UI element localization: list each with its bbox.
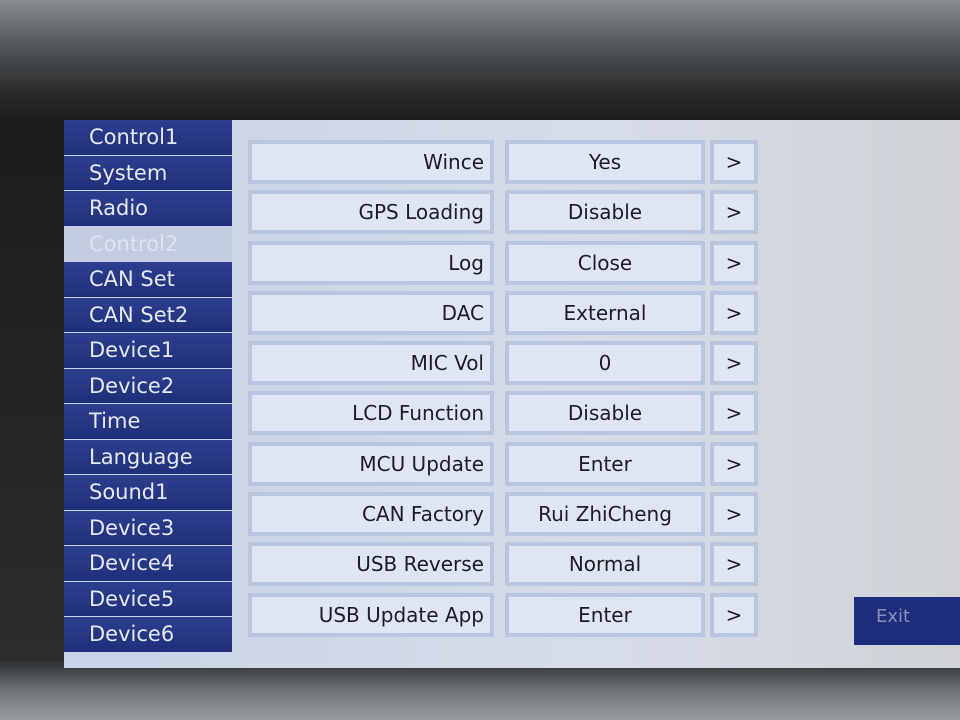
setting-value-button[interactable]: Disable — [505, 391, 705, 436]
setting-label: MIC Vol — [248, 341, 494, 386]
setting-label: CAN Factory — [248, 492, 494, 537]
chevron-right-icon[interactable]: > — [710, 441, 758, 486]
chevron-right-icon[interactable]: > — [710, 492, 758, 537]
setting-label: DAC — [248, 290, 494, 335]
setting-label: Wince — [248, 140, 494, 184]
exit-button[interactable]: Exit — [854, 597, 960, 645]
chevron-right-icon[interactable]: > — [710, 140, 758, 184]
chevron-right-icon[interactable]: > — [710, 290, 758, 335]
setting-value-button[interactable]: External — [505, 290, 705, 335]
chevron-right-icon[interactable]: > — [710, 592, 758, 637]
setting-value-button[interactable]: Disable — [505, 190, 705, 235]
chevron-right-icon[interactable]: > — [710, 341, 758, 386]
sidebar-item-can-set[interactable]: CAN Set — [64, 262, 232, 298]
sidebar-item-device1[interactable]: Device1 — [64, 333, 232, 369]
sidebar-item-device2[interactable]: Device2 — [64, 368, 232, 404]
sidebar-item-device4[interactable]: Device4 — [64, 546, 232, 582]
setting-value-button[interactable]: Rui ZhiCheng — [505, 492, 705, 537]
settings-screen: Control1 System Radio Control2 CAN Set CAN Se… — [64, 120, 960, 668]
setting-label: LCD Function — [248, 391, 494, 436]
chevron-right-icon[interactable]: > — [710, 391, 758, 436]
sidebar-item-can-set2[interactable]: CAN Set2 — [64, 297, 232, 333]
sidebar-item-device5[interactable]: Device5 — [64, 581, 232, 617]
chevron-right-icon[interactable]: > — [710, 542, 758, 587]
setting-value-button[interactable]: 0 — [505, 341, 705, 386]
setting-label: Log — [248, 240, 494, 285]
setting-label: GPS Loading — [248, 190, 494, 235]
setting-value-button[interactable]: Yes — [505, 140, 705, 184]
setting-label: MCU Update — [248, 441, 494, 486]
sidebar-item-control1[interactable]: Control1 — [64, 120, 232, 156]
setting-value-button[interactable]: Normal — [505, 542, 705, 587]
sidebar: Control1 System Radio Control2 CAN Set CAN Se… — [64, 120, 232, 668]
setting-value-button[interactable]: Enter — [505, 592, 705, 637]
sidebar-item-time[interactable]: Time — [64, 404, 232, 440]
sidebar-item-radio[interactable]: Radio — [64, 191, 232, 227]
chevron-right-icon[interactable]: > — [710, 190, 758, 235]
setting-value-button[interactable]: Close — [505, 240, 705, 285]
sidebar-item-control2[interactable]: Control2 — [64, 226, 232, 262]
setting-label: USB Update App — [248, 592, 494, 637]
sidebar-item-sound1[interactable]: Sound1 — [64, 475, 232, 511]
sidebar-item-system[interactable]: System — [64, 155, 232, 191]
sidebar-item-language[interactable]: Language — [64, 439, 232, 475]
chevron-right-icon[interactable]: > — [710, 240, 758, 285]
sidebar-item-device3[interactable]: Device3 — [64, 510, 232, 546]
setting-value-button[interactable]: Enter — [505, 441, 705, 486]
sidebar-item-device6[interactable]: Device6 — [64, 617, 232, 653]
setting-label: USB Reverse — [248, 542, 494, 587]
